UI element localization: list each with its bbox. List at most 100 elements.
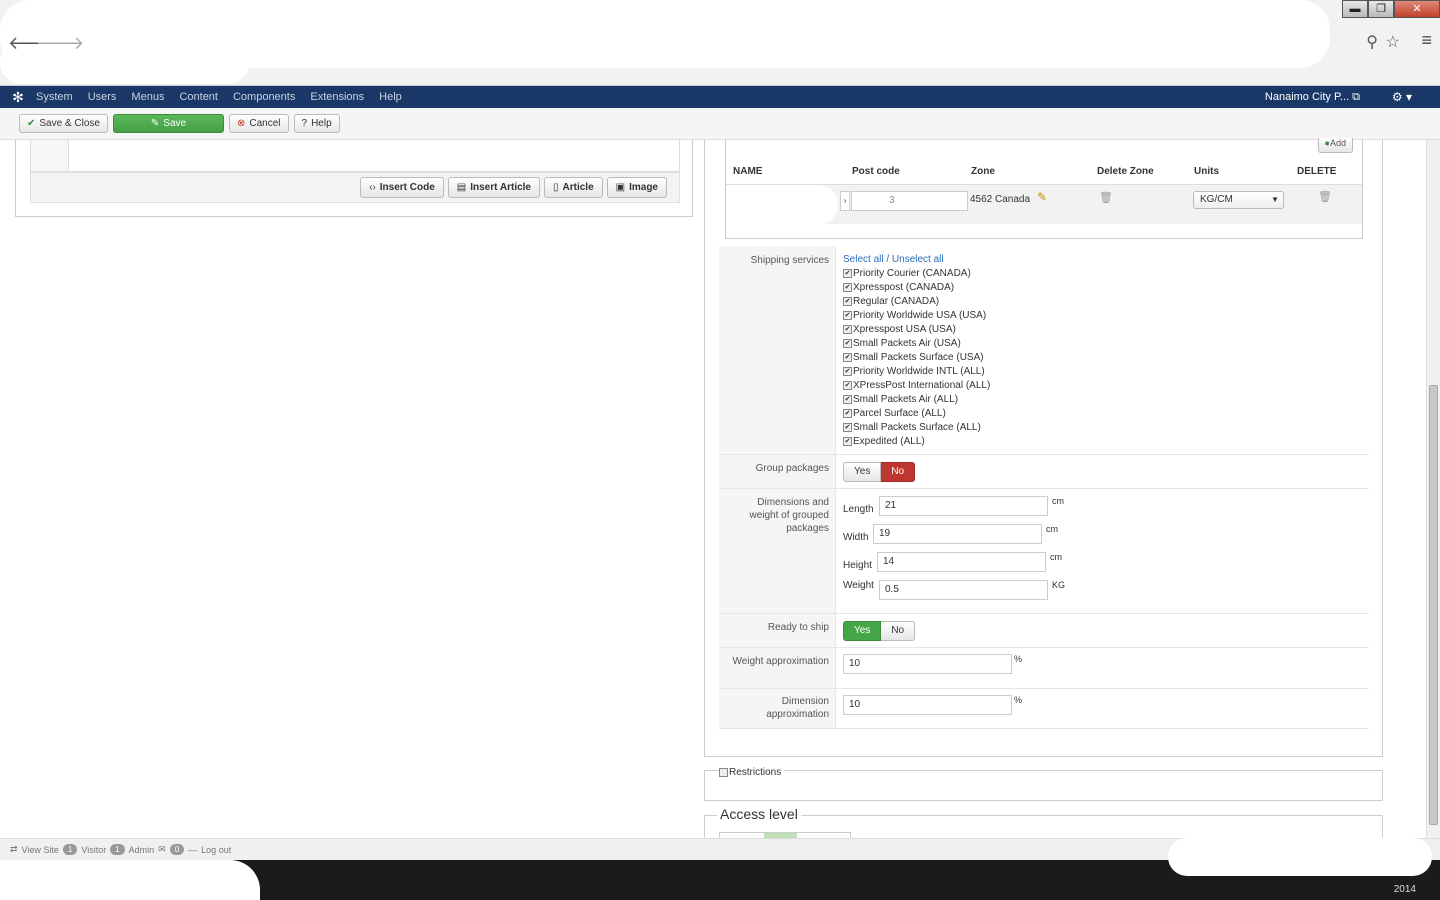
restore-icon[interactable]: ❐ — [1368, 0, 1394, 18]
page-scrollbar[interactable] — [1426, 140, 1440, 838]
postcode-input[interactable]: 3 — [851, 191, 968, 211]
insert-code-button[interactable]: ‹› Insert Code — [360, 177, 444, 198]
checkbox-checked-icon: ✔ — [843, 324, 852, 334]
width-value: 19 — [879, 528, 891, 539]
article-button[interactable]: ▯ Article — [544, 177, 603, 198]
length-value: 21 — [885, 500, 897, 511]
group-yes-button[interactable]: Yes — [843, 462, 882, 482]
nav-item-help[interactable]: Help — [379, 91, 402, 103]
ready-no-button[interactable]: No — [881, 621, 916, 641]
help-button[interactable]: ? Help — [293, 114, 340, 133]
edit-pencil-icon[interactable]: ✎ — [1037, 190, 1047, 204]
admin-nav: ✻ System Users Menus Content Components … — [0, 86, 1440, 108]
gear-icon[interactable]: ⚙ ▾ — [1392, 90, 1412, 104]
logout-link[interactable]: Log out — [201, 845, 231, 855]
joomla-logo-icon[interactable]: ✻ — [0, 89, 36, 106]
weight-approx-label-text: Weight approximation — [732, 656, 829, 667]
service-checkbox[interactable]: ✔ Small Packets Surface (ALL) — [843, 421, 990, 435]
chevron-down-icon: ▼ — [1271, 195, 1279, 204]
height-input[interactable]: 14 — [877, 552, 1046, 572]
restrictions-toggle[interactable]: Restrictions — [719, 767, 785, 778]
unselect-all-link[interactable]: Unselect all — [892, 254, 944, 265]
minimize-icon[interactable]: ▬ — [1342, 0, 1368, 18]
service-checkbox[interactable]: ✔ Priority Worldwide INTL (ALL) — [843, 365, 990, 379]
header-name: NAME — [733, 166, 763, 177]
search-icon[interactable]: ⚲ — [1366, 32, 1378, 52]
trash-icon[interactable]: 🗑 — [1099, 191, 1113, 204]
height-unit: cm — [1050, 552, 1062, 562]
add-zone-button[interactable]: ●Add — [1317, 138, 1353, 153]
browser-chrome: ▬ ❐ ✕ 🡐 🡒 ⚲ ☆ ≡ — [0, 0, 1440, 86]
document-icon: ▤ — [456, 182, 467, 193]
service-checkbox[interactable]: ✔ Xpresspost (CANADA) — [843, 281, 990, 295]
separator-text: / — [883, 254, 892, 265]
units-value: KG/CM — [1200, 194, 1233, 205]
header-zone: Zone — [971, 166, 995, 177]
dimension-approx-label-line1: Dimension — [781, 696, 829, 707]
logout-icon: — — [188, 844, 198, 855]
service-checkbox[interactable]: ✔ Priority Worldwide USA (USA) — [843, 309, 990, 323]
nav-item-extensions[interactable]: Extensions — [310, 91, 364, 103]
service-checkbox[interactable]: ✔ Priority Courier (CANADA) — [843, 267, 990, 281]
checkbox-checked-icon: ✔ — [843, 436, 852, 446]
nav-item-system[interactable]: System — [36, 91, 73, 103]
star-icon[interactable]: ☆ — [1386, 32, 1400, 52]
units-select[interactable]: KG/CM ▼ — [1193, 191, 1284, 209]
group-no-button[interactable]: No — [881, 462, 916, 482]
service-label: XPressPost International (ALL) — [853, 380, 991, 391]
trash-icon[interactable]: 🗑 — [1318, 190, 1332, 203]
checkbox-icon — [719, 767, 728, 777]
cancel-button[interactable]: ⊗ Cancel — [228, 114, 289, 133]
save-button[interactable]: ✎ Save — [112, 114, 224, 133]
chevron-right-icon[interactable]: › — [840, 191, 850, 211]
checkbox-checked-icon: ✔ — [843, 268, 852, 278]
service-checkbox[interactable]: ✔ Expedited (ALL) — [843, 435, 990, 449]
save-close-button[interactable]: ✔ Save & Close — [19, 114, 108, 133]
service-checkbox[interactable]: ✔ Small Packets Air (ALL) — [843, 393, 990, 407]
service-checkbox[interactable]: ✔ XPressPost International (ALL) — [843, 379, 990, 393]
image-button[interactable]: ▣ Image — [606, 177, 667, 198]
forward-icon[interactable]: 🡒 — [36, 33, 84, 54]
window-controls: ▬ ❐ ✕ — [1342, 0, 1440, 20]
image-label: Image — [629, 182, 658, 193]
service-checkbox[interactable]: ✔ Small Packets Air (USA) — [843, 337, 990, 351]
service-checkbox[interactable]: ✔ Xpresspost USA (USA) — [843, 323, 990, 337]
admin-count: 1 — [110, 844, 125, 855]
nav-item-content[interactable]: Content — [179, 91, 218, 103]
file-icon: ▯ — [553, 182, 559, 193]
nav-item-menus[interactable]: Menus — [131, 91, 164, 103]
scrollbar-thumb[interactable] — [1429, 385, 1438, 825]
service-label: Xpresspost USA (USA) — [853, 324, 956, 335]
close-icon[interactable]: ✕ — [1394, 0, 1440, 18]
insert-article-button[interactable]: ▤ Insert Article — [447, 177, 540, 198]
width-input[interactable]: 19 — [873, 524, 1042, 544]
mail-icon[interactable]: ✉ — [158, 844, 166, 855]
site-name-link[interactable]: Nanaimo City P... ⧉ — [1265, 91, 1360, 104]
ready-yes-button[interactable]: Yes — [843, 621, 882, 641]
service-checkbox[interactable]: ✔ Regular (CANADA) — [843, 295, 990, 309]
editor-textarea[interactable] — [30, 140, 680, 172]
height-value: 14 — [883, 556, 895, 567]
article-label: Article — [562, 182, 594, 193]
length-label: Length — [843, 504, 874, 515]
select-all-link[interactable]: Select all — [843, 254, 884, 265]
weight-input[interactable]: 0.5 — [879, 580, 1048, 600]
weight-approx-input[interactable]: 10 — [843, 654, 1012, 674]
checkmark-icon: ✔ — [27, 118, 36, 129]
service-checkbox[interactable]: ✔ Small Packets Surface (USA) — [843, 351, 990, 365]
save-label: Save — [163, 118, 187, 129]
zones-header: NAME Post code Zone Delete Zone Units DE… — [726, 166, 1362, 184]
length-input[interactable]: 21 — [879, 496, 1048, 516]
menu-icon[interactable]: ≡ — [1421, 30, 1432, 51]
service-checkbox[interactable]: ✔ Parcel Surface (ALL) — [843, 407, 990, 421]
dimension-approx-input[interactable]: 10 — [843, 695, 1012, 715]
header-postcode: Post code — [852, 166, 900, 177]
nav-item-users[interactable]: Users — [88, 91, 117, 103]
nav-item-components[interactable]: Components — [233, 91, 295, 103]
view-site-link[interactable]: View Site — [22, 845, 59, 855]
dimensions-label-line1: Dimensions and — [757, 497, 829, 508]
redaction-blob — [0, 860, 260, 900]
weight-approx-value: 10 — [849, 658, 861, 669]
weight-unit: KG — [1052, 580, 1066, 590]
site-name: Nanaimo City P... — [1264, 90, 1350, 103]
